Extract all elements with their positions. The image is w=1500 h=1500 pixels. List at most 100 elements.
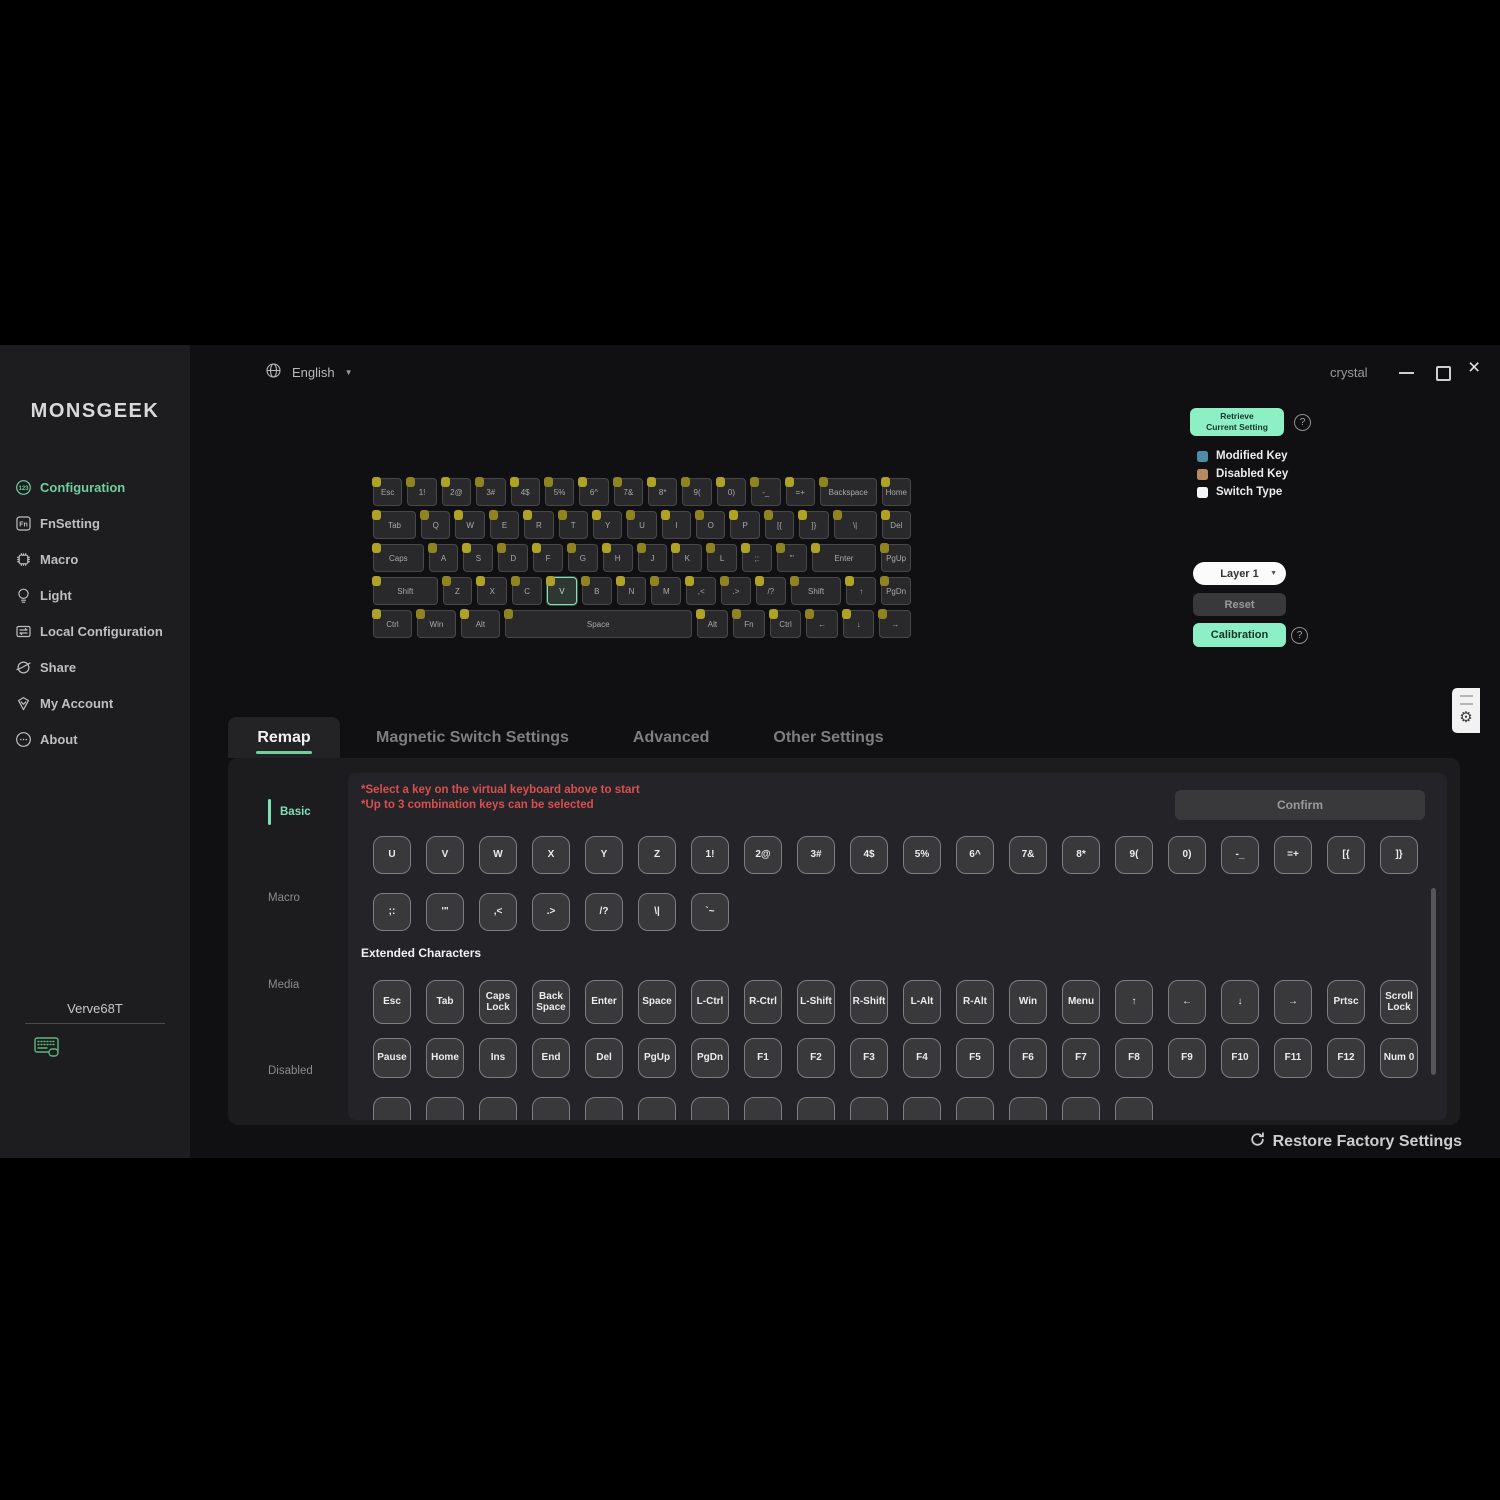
- virtual-key-enter[interactable]: Enter: [812, 544, 877, 572]
- sidebar-item-configuration[interactable]: 123Configuration: [0, 469, 190, 505]
- remap-key-home[interactable]: Home: [426, 1038, 464, 1078]
- remap-key-f7[interactable]: F7: [1062, 1038, 1100, 1078]
- remap-key-esc[interactable]: Esc: [373, 980, 411, 1024]
- remap-key-f3[interactable]: F3: [850, 1038, 888, 1078]
- virtual-key-symbol[interactable]: →: [879, 610, 911, 638]
- remap-key-pgup[interactable]: PgUp: [638, 1038, 676, 1078]
- virtual-key-1[interactable]: 1!: [407, 478, 436, 506]
- remap-key-pause[interactable]: Pause: [373, 1038, 411, 1078]
- remap-key-symbol[interactable]: '": [426, 893, 464, 931]
- remap-key-symbol[interactable]: ,<: [479, 893, 517, 931]
- virtual-key-shift[interactable]: Shift: [791, 577, 842, 605]
- virtual-key-u[interactable]: U: [627, 511, 656, 539]
- remap-key-prtsc[interactable]: Prtsc: [1327, 980, 1365, 1024]
- remap-key-l-alt[interactable]: L-Alt: [903, 980, 941, 1024]
- virtual-key-esc[interactable]: Esc: [373, 478, 402, 506]
- remap-key-symbol[interactable]: .>: [532, 893, 570, 931]
- remap-key-symbol[interactable]: ;:: [373, 893, 411, 931]
- virtual-key-z[interactable]: Z: [443, 577, 473, 605]
- remap-key-clipped[interactable]: [1115, 1097, 1153, 1120]
- remap-key-f9[interactable]: F9: [1168, 1038, 1206, 1078]
- sidebar-item-local-configuration[interactable]: Local Configuration: [0, 613, 190, 649]
- remap-key-del[interactable]: Del: [585, 1038, 623, 1078]
- remap-key-9[interactable]: 9(: [1115, 836, 1153, 874]
- remap-key-symbol[interactable]: `~: [691, 893, 729, 931]
- remap-key-r-shift[interactable]: R-Shift: [850, 980, 888, 1024]
- virtual-key-symbol[interactable]: ←: [806, 610, 838, 638]
- remap-key-symbol[interactable]: →: [1274, 980, 1312, 1024]
- virtual-key-p[interactable]: P: [730, 511, 759, 539]
- restore-factory-settings-button[interactable]: Restore Factory Settings: [1249, 1131, 1462, 1153]
- virtual-key-6[interactable]: 6^: [579, 478, 608, 506]
- sidebar-item-fnsetting[interactable]: FnFnSetting: [0, 505, 190, 541]
- remap-key-clipped[interactable]: [903, 1097, 941, 1120]
- virtual-key-f[interactable]: F: [533, 544, 563, 572]
- remap-key-back-space[interactable]: Back Space: [532, 980, 570, 1024]
- scrollbar[interactable]: [1431, 888, 1436, 1075]
- remap-key-menu[interactable]: Menu: [1062, 980, 1100, 1024]
- virtual-key-symbol[interactable]: ↑: [846, 577, 876, 605]
- settings-drawer-tab[interactable]: ⚙: [1452, 688, 1480, 733]
- virtual-key-b[interactable]: B: [582, 577, 612, 605]
- virtual-key-c[interactable]: C: [512, 577, 542, 605]
- tab-advanced[interactable]: Advanced: [633, 729, 709, 747]
- virtual-key-d[interactable]: D: [498, 544, 528, 572]
- virtual-key-r[interactable]: R: [524, 511, 553, 539]
- remap-key-r-alt[interactable]: R-Alt: [956, 980, 994, 1024]
- remap-key-l-shift[interactable]: L-Shift: [797, 980, 835, 1024]
- virtual-key-fn[interactable]: Fn: [733, 610, 765, 638]
- virtual-key-backspace[interactable]: Backspace: [820, 478, 877, 506]
- virtual-key-symbol[interactable]: \|: [834, 511, 877, 539]
- remap-key-clipped[interactable]: [956, 1097, 994, 1120]
- keyboard-device-icon[interactable]: [34, 1037, 60, 1059]
- remap-key-0[interactable]: 0): [1168, 836, 1206, 874]
- virtual-key-8[interactable]: 8*: [648, 478, 677, 506]
- remap-key-symbol[interactable]: [{: [1327, 836, 1365, 874]
- virtual-key-l[interactable]: L: [707, 544, 737, 572]
- virtual-key-symbol[interactable]: ;:: [742, 544, 772, 572]
- remap-key-f6[interactable]: F6: [1009, 1038, 1047, 1078]
- remap-key-f8[interactable]: F8: [1115, 1038, 1153, 1078]
- virtual-key-shift[interactable]: Shift: [373, 577, 438, 605]
- remap-key-l-ctrl[interactable]: L-Ctrl: [691, 980, 729, 1024]
- virtual-key-del[interactable]: Del: [882, 511, 911, 539]
- remap-key-w[interactable]: W: [479, 836, 517, 874]
- remap-side-tab-media[interactable]: Media: [268, 971, 299, 999]
- sidebar-item-my-account[interactable]: My Account: [0, 685, 190, 721]
- remap-key-u[interactable]: U: [373, 836, 411, 874]
- remap-key-clipped[interactable]: [638, 1097, 676, 1120]
- remap-key-scroll-lock[interactable]: Scroll Lock: [1380, 980, 1418, 1024]
- layer-select[interactable]: Layer 1 ▼: [1193, 562, 1286, 585]
- virtual-key-9[interactable]: 9(: [682, 478, 711, 506]
- virtual-key-x[interactable]: X: [477, 577, 507, 605]
- sidebar-item-light[interactable]: Light: [0, 577, 190, 613]
- remap-key-end[interactable]: End: [532, 1038, 570, 1078]
- remap-key-f4[interactable]: F4: [903, 1038, 941, 1078]
- remap-key-pgdn[interactable]: PgDn: [691, 1038, 729, 1078]
- remap-key-f11[interactable]: F11: [1274, 1038, 1312, 1078]
- virtual-key-o[interactable]: O: [696, 511, 725, 539]
- remap-key-symbol[interactable]: ←: [1168, 980, 1206, 1024]
- remap-key-clipped[interactable]: [1062, 1097, 1100, 1120]
- remap-key-symbol[interactable]: /?: [585, 893, 623, 931]
- virtual-key-pgdn[interactable]: PgDn: [881, 577, 911, 605]
- virtual-key-symbol[interactable]: -_: [751, 478, 780, 506]
- virtual-key-s[interactable]: S: [463, 544, 493, 572]
- virtual-key-0[interactable]: 0): [717, 478, 746, 506]
- remap-side-tab-macro[interactable]: Macro: [268, 884, 300, 912]
- remap-key-symbol[interactable]: =+: [1274, 836, 1312, 874]
- remap-key-symbol[interactable]: ↓: [1221, 980, 1259, 1024]
- virtual-key-symbol[interactable]: '": [777, 544, 807, 572]
- minimize-button[interactable]: [1399, 372, 1414, 374]
- remap-key-clipped[interactable]: [373, 1097, 411, 1120]
- confirm-button[interactable]: Confirm: [1175, 790, 1425, 820]
- virtual-key-7[interactable]: 7&: [614, 478, 643, 506]
- virtual-key-g[interactable]: G: [568, 544, 598, 572]
- remap-key-f5[interactable]: F5: [956, 1038, 994, 1078]
- remap-key-clipped[interactable]: [532, 1097, 570, 1120]
- tab-magnetic-switch-settings[interactable]: Magnetic Switch Settings: [376, 729, 569, 747]
- remap-key-8[interactable]: 8*: [1062, 836, 1100, 874]
- virtual-key-alt[interactable]: Alt: [697, 610, 729, 638]
- remap-key-clipped[interactable]: [1009, 1097, 1047, 1120]
- remap-key-clipped[interactable]: [426, 1097, 464, 1120]
